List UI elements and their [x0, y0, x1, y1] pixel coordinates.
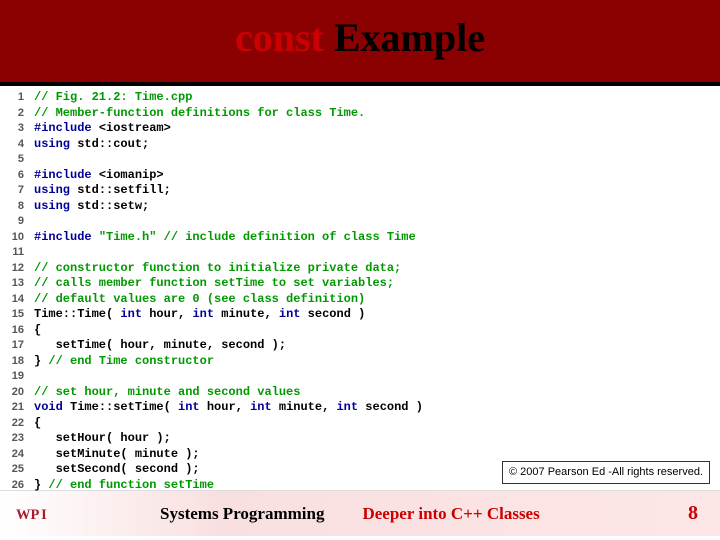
code-text: // Member-function definitions for class… [34, 106, 365, 122]
code-text: using std::setfill; [34, 183, 171, 199]
code-text: { [34, 416, 41, 432]
code-text: #include <iostream> [34, 121, 171, 137]
slide-header: const Example [0, 0, 720, 86]
code-text: // set hour, minute and second values [34, 385, 300, 401]
line-number: 17 [0, 338, 34, 354]
code-line: 2// Member-function definitions for clas… [0, 106, 720, 122]
line-number: 11 [0, 245, 34, 261]
code-line: 7using std::setfill; [0, 183, 720, 199]
code-line: 8using std::setw; [0, 199, 720, 215]
footer-left: Systems Programming [160, 504, 324, 524]
code-text: setTime( hour, minute, second ); [34, 338, 286, 354]
title-rest: Example [324, 15, 485, 60]
line-number: 18 [0, 354, 34, 370]
line-number: 24 [0, 447, 34, 463]
code-line: 19 [0, 369, 720, 385]
slide-title: const Example [0, 0, 720, 61]
page-number: 8 [688, 502, 698, 525]
line-number: 23 [0, 431, 34, 447]
code-line: 21void Time::setTime( int hour, int minu… [0, 400, 720, 416]
code-line: 6#include <iomanip> [0, 168, 720, 184]
code-line: 18} // end Time constructor [0, 354, 720, 370]
line-number: 26 [0, 478, 34, 494]
code-line: 17 setTime( hour, minute, second ); [0, 338, 720, 354]
line-number: 5 [0, 152, 34, 168]
code-line: 3#include <iostream> [0, 121, 720, 137]
line-number: 12 [0, 261, 34, 277]
line-number: 8 [0, 199, 34, 215]
line-number: 21 [0, 400, 34, 416]
code-line: 22{ [0, 416, 720, 432]
code-text: setHour( hour ); [34, 431, 171, 447]
line-number: 16 [0, 323, 34, 339]
code-text: #include "Time.h" // include definition … [34, 230, 416, 246]
line-number: 9 [0, 214, 34, 230]
code-text: setMinute( minute ); [34, 447, 200, 463]
code-line: 20// set hour, minute and second values [0, 385, 720, 401]
svg-text:P: P [31, 506, 40, 522]
code-line: 9 [0, 214, 720, 230]
line-number: 13 [0, 276, 34, 292]
wpi-logo: W P I [14, 499, 76, 529]
code-line: 1// Fig. 21.2: Time.cpp [0, 90, 720, 106]
code-text: void Time::setTime( int hour, int minute… [34, 400, 423, 416]
code-line: 16{ [0, 323, 720, 339]
line-number: 10 [0, 230, 34, 246]
code-line: 11 [0, 245, 720, 261]
slide-footer: W P I Systems Programming Deeper into C+… [0, 490, 720, 536]
code-line: 13// calls member function setTime to se… [0, 276, 720, 292]
code-text: // Fig. 21.2: Time.cpp [34, 90, 192, 106]
code-text: setSecond( second ); [34, 462, 200, 478]
title-keyword: const [235, 15, 324, 60]
line-number: 22 [0, 416, 34, 432]
copyright-label: © 2007 Pearson Ed -All rights reserved. [502, 461, 710, 485]
code-text: using std::setw; [34, 199, 149, 215]
code-line: 14// default values are 0 (see class def… [0, 292, 720, 308]
code-text: #include <iomanip> [34, 168, 164, 184]
svg-text:W: W [16, 506, 31, 522]
code-text: } // end function setTime [34, 478, 214, 494]
line-number: 4 [0, 137, 34, 153]
code-text: } // end Time constructor [34, 354, 214, 370]
line-number: 20 [0, 385, 34, 401]
line-number: 25 [0, 462, 34, 478]
line-number: 1 [0, 90, 34, 106]
code-text: // default values are 0 (see class defin… [34, 292, 365, 308]
code-listing: 1// Fig. 21.2: Time.cpp2// Member-functi… [0, 86, 720, 490]
line-number: 7 [0, 183, 34, 199]
code-line: 4using std::cout; [0, 137, 720, 153]
code-line: 23 setHour( hour ); [0, 431, 720, 447]
code-text: { [34, 323, 41, 339]
code-text: Time::Time( int hour, int minute, int se… [34, 307, 365, 323]
footer-center: Deeper into C++ Classes [362, 504, 539, 524]
line-number: 3 [0, 121, 34, 137]
code-line: 12// constructor function to initialize … [0, 261, 720, 277]
line-number: 14 [0, 292, 34, 308]
line-number: 2 [0, 106, 34, 122]
code-line: 10#include "Time.h" // include definitio… [0, 230, 720, 246]
code-line: 5 [0, 152, 720, 168]
code-text: // calls member function setTime to set … [34, 276, 394, 292]
line-number: 19 [0, 369, 34, 385]
code-text: // constructor function to initialize pr… [34, 261, 401, 277]
line-number: 15 [0, 307, 34, 323]
code-text: using std::cout; [34, 137, 149, 153]
line-number: 6 [0, 168, 34, 184]
code-line: 15Time::Time( int hour, int minute, int … [0, 307, 720, 323]
svg-text:I: I [41, 506, 47, 522]
